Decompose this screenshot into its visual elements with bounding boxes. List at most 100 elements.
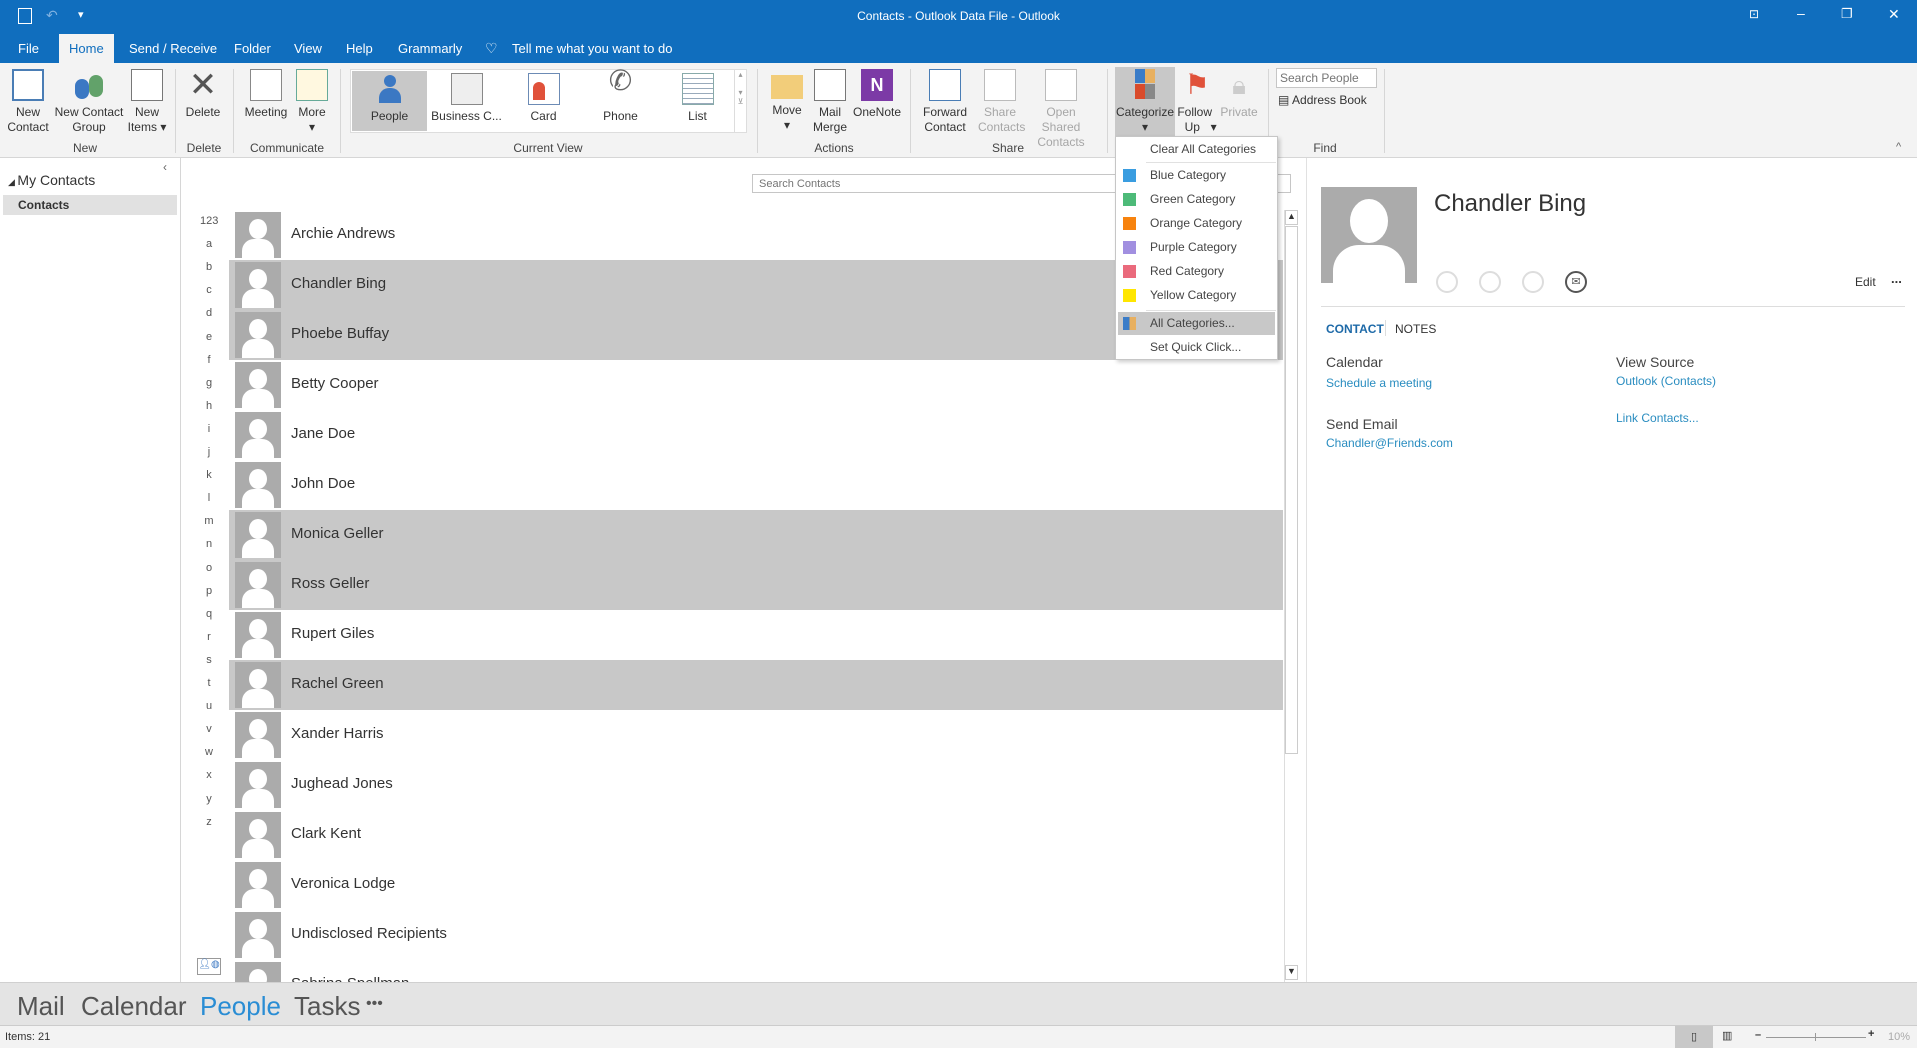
restore-icon[interactable]: ❐ xyxy=(1841,6,1853,22)
contact-name: Ross Geller xyxy=(291,575,370,592)
zoom-slider-thumb[interactable] xyxy=(1815,1033,1816,1041)
normal-view-icon[interactable]: ▯ xyxy=(1675,1026,1713,1048)
reading-pane: Chandler Bing ✉ Edit ... CONTACT NOTES C… xyxy=(1306,158,1917,982)
group-label-find: Find xyxy=(1313,141,1337,155)
send-email-label: Send Email xyxy=(1326,416,1398,432)
contact-photo xyxy=(1321,187,1417,283)
more-options-button[interactable]: ... xyxy=(1891,271,1902,286)
contact-avatar xyxy=(235,362,281,408)
link-contacts-link[interactable]: Link Contacts... xyxy=(1616,411,1699,425)
contact-row[interactable]: Veronica Lodge xyxy=(229,860,1283,910)
schedule-meeting-link[interactable]: Schedule a meeting xyxy=(1326,376,1432,390)
menu-set-quick-click[interactable]: Set Quick Click... xyxy=(1118,336,1275,359)
contact-row[interactable]: Jughead Jones xyxy=(229,760,1283,810)
zoom-out-icon[interactable]: – xyxy=(1755,1029,1761,1041)
zoom-level: 10% xyxy=(1888,1031,1911,1043)
menu-category-item[interactable]: Green Category xyxy=(1118,188,1275,211)
collapse-ribbon-icon[interactable]: ^ xyxy=(1896,141,1901,153)
contact-name: Sabrina Spellman xyxy=(291,975,409,982)
search-people-input[interactable] xyxy=(1276,68,1377,88)
menu-category-item[interactable]: Red Category xyxy=(1118,260,1275,283)
contact-name: Monica Geller xyxy=(291,525,384,542)
divider xyxy=(1146,162,1276,163)
divider xyxy=(1385,320,1386,336)
contact-row[interactable]: Xander Harris xyxy=(229,710,1283,760)
contact-row[interactable]: John Doe xyxy=(229,460,1283,510)
contact-avatar xyxy=(235,512,281,558)
menu-category-item[interactable]: Orange Category xyxy=(1118,212,1275,235)
contact-row[interactable]: Jane Doe xyxy=(229,410,1283,460)
edit-button[interactable]: Edit xyxy=(1855,275,1876,289)
im-icon xyxy=(1436,271,1458,293)
contact-row[interactable]: Undisclosed Recipients xyxy=(229,910,1283,960)
contact-row[interactable]: Ross Geller xyxy=(229,560,1283,610)
divider xyxy=(1384,69,1385,153)
list-scrollbar[interactable]: ▲ ▼ xyxy=(1284,210,1298,982)
zoom-in-icon[interactable]: + xyxy=(1868,1028,1874,1040)
email-link[interactable]: Chandler@Friends.com xyxy=(1326,436,1453,450)
reading-view-icon[interactable]: ▥ xyxy=(1722,1029,1732,1042)
contact-avatar xyxy=(235,412,281,458)
status-bar: Items: 21 ▯ ▥ – + 10% xyxy=(0,1025,1917,1048)
ribbon-display-options-icon[interactable]: ⊡ xyxy=(1749,7,1759,21)
nav-mail[interactable]: Mail xyxy=(17,991,65,1022)
category-color-swatch-icon xyxy=(1123,169,1136,182)
email-icon[interactable]: ✉ xyxy=(1565,271,1587,293)
view-source-label: View Source xyxy=(1616,354,1695,370)
phone-call-icon xyxy=(1479,271,1501,293)
contact-name: Phoebe Buffay xyxy=(291,325,390,342)
online-contacts-icon[interactable]: 👤︎◍ xyxy=(197,958,221,975)
contact-avatar xyxy=(235,912,281,958)
contact-name: Veronica Lodge xyxy=(291,875,396,892)
contact-row[interactable]: Sabrina Spellman xyxy=(229,960,1283,982)
contact-list: Archie Andrews Chandler Bing Phoebe Buffay… xyxy=(0,0,1284,982)
menu-clear-all-categories[interactable]: Clear All Categories xyxy=(1118,138,1275,161)
contact-row[interactable]: Clark Kent xyxy=(229,810,1283,860)
contact-name: Betty Cooper xyxy=(291,375,379,392)
module-navigation: Mail Calendar People Tasks ••• xyxy=(0,982,1917,1025)
contact-avatar xyxy=(235,862,281,908)
contact-avatar xyxy=(235,562,281,608)
scroll-down-icon[interactable]: ▼ xyxy=(1285,965,1298,980)
scroll-up-icon[interactable]: ▲ xyxy=(1285,210,1298,225)
category-color-swatch-icon xyxy=(1123,241,1136,254)
contact-row[interactable]: Betty Cooper xyxy=(229,360,1283,410)
contact-avatar xyxy=(235,262,281,308)
contact-avatar xyxy=(235,812,281,858)
menu-category-item[interactable]: Blue Category xyxy=(1118,164,1275,187)
close-icon[interactable]: ✕ xyxy=(1888,6,1900,23)
all-categories-icon xyxy=(1123,317,1136,330)
contact-avatar xyxy=(235,212,281,258)
category-color-swatch-icon xyxy=(1123,265,1136,278)
minimize-icon[interactable]: – xyxy=(1797,5,1805,21)
address-book-button[interactable]: ▤ Address Book xyxy=(1278,93,1367,107)
nav-more[interactable]: ••• xyxy=(366,995,383,1013)
category-label: Yellow Category xyxy=(1150,288,1237,302)
contact-row[interactable]: Monica Geller xyxy=(229,510,1283,560)
contact-row[interactable]: Rupert Giles xyxy=(229,610,1283,660)
video-icon xyxy=(1522,271,1544,293)
nav-calendar[interactable]: Calendar xyxy=(81,991,187,1022)
contact-name: Rupert Giles xyxy=(291,625,375,642)
nav-tasks[interactable]: Tasks xyxy=(294,991,360,1022)
contact-name: Jane Doe xyxy=(291,425,356,442)
contact-name: Jughead Jones xyxy=(291,775,393,792)
contact-name: Clark Kent xyxy=(291,825,362,842)
category-label: Orange Category xyxy=(1150,216,1243,230)
contact-name: Archie Andrews xyxy=(291,225,396,242)
contact-avatar xyxy=(235,462,281,508)
contact-row[interactable]: Rachel Green xyxy=(229,660,1283,710)
scroll-thumb[interactable] xyxy=(1285,226,1298,754)
nav-people[interactable]: People xyxy=(200,991,281,1022)
tab-notes[interactable]: NOTES xyxy=(1395,322,1436,336)
outlook-contacts-link[interactable]: Outlook (Contacts) xyxy=(1616,374,1716,388)
zoom-slider[interactable] xyxy=(1766,1037,1866,1038)
menu-category-item[interactable]: Yellow Category xyxy=(1118,284,1275,307)
items-count: Items: 21 xyxy=(5,1031,51,1043)
contact-name: Chandler Bing xyxy=(291,275,387,292)
category-color-swatch-icon xyxy=(1123,289,1136,302)
category-label: Green Category xyxy=(1150,192,1236,206)
tab-contact[interactable]: CONTACT xyxy=(1326,322,1384,336)
menu-all-categories[interactable]: All Categories... xyxy=(1118,312,1275,335)
menu-category-item[interactable]: Purple Category xyxy=(1118,236,1275,259)
